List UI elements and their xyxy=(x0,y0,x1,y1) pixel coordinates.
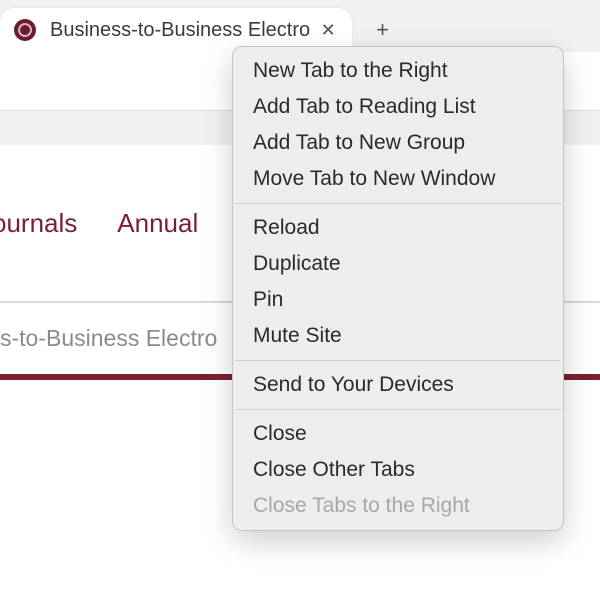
nav-item-journals[interactable]: ournals xyxy=(0,208,77,239)
menu-separator xyxy=(235,409,561,410)
menu-reload[interactable]: Reload xyxy=(233,210,563,246)
close-icon[interactable]: ✕ xyxy=(318,20,338,41)
plus-icon[interactable]: + xyxy=(376,17,389,43)
menu-move-new-window[interactable]: Move Tab to New Window xyxy=(233,161,563,197)
menu-separator xyxy=(235,360,561,361)
tab-context-menu: New Tab to the Right Add Tab to Reading … xyxy=(232,46,564,531)
menu-mute-site[interactable]: Mute Site xyxy=(233,318,563,354)
menu-new-tab-right[interactable]: New Tab to the Right xyxy=(233,53,563,89)
tab-title: Business-to-Business Electro xyxy=(50,19,310,42)
menu-send-devices[interactable]: Send to Your Devices xyxy=(233,367,563,403)
menu-close-tabs-right: Close Tabs to the Right xyxy=(233,488,563,524)
menu-add-reading-list[interactable]: Add Tab to Reading List xyxy=(233,89,563,125)
favicon-icon xyxy=(14,19,36,41)
nav-item-annual[interactable]: Annual xyxy=(117,208,198,239)
menu-duplicate[interactable]: Duplicate xyxy=(233,246,563,282)
menu-separator xyxy=(235,203,561,204)
menu-add-new-group[interactable]: Add Tab to New Group xyxy=(233,125,563,161)
menu-close-other-tabs[interactable]: Close Other Tabs xyxy=(233,452,563,488)
tab-strip: Business-to-Business Electro ✕ + xyxy=(0,0,600,52)
menu-close[interactable]: Close xyxy=(233,416,563,452)
menu-pin[interactable]: Pin xyxy=(233,282,563,318)
